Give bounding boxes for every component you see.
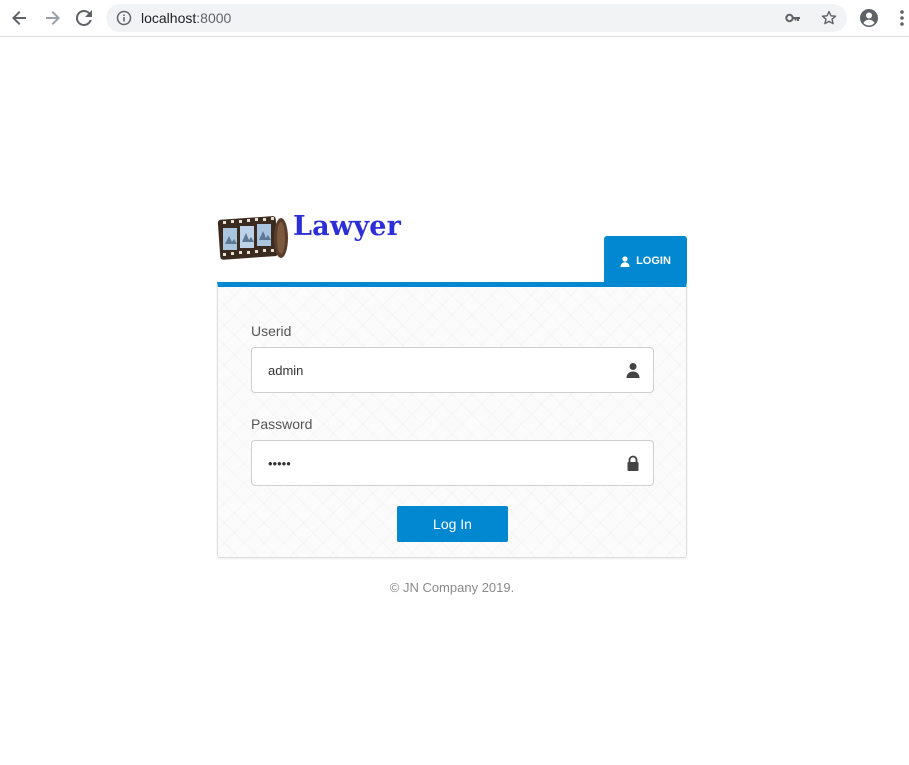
browser-toolbar: localhost:8000 — [0, 0, 909, 37]
password-label: Password — [251, 416, 313, 432]
login-button[interactable]: Log In — [397, 506, 508, 542]
reload-icon — [75, 9, 92, 26]
tab-login[interactable]: LOGIN — [604, 236, 687, 286]
password-field[interactable] — [251, 440, 654, 486]
userid-field[interactable] — [251, 347, 654, 393]
account-icon[interactable] — [859, 8, 879, 28]
user-icon — [626, 363, 640, 378]
film-strip-logo — [217, 216, 288, 260]
userid-label: Userid — [251, 323, 292, 339]
reload-button[interactable] — [72, 6, 96, 30]
userid-input[interactable] — [268, 348, 608, 392]
brand-header: Lawyer — [217, 205, 517, 265]
login-card: Userid Password Log In — [217, 282, 687, 558]
star-icon[interactable] — [821, 10, 837, 26]
url-port: :8000 — [196, 10, 232, 26]
url-text[interactable]: localhost:8000 — [141, 10, 231, 26]
forward-button[interactable] — [40, 6, 64, 30]
tab-login-label: LOGIN — [636, 255, 671, 267]
key-icon[interactable] — [785, 10, 801, 26]
arrow-left-icon — [12, 11, 26, 25]
footer-copyright: © JN Company 2019. — [389, 580, 515, 595]
url-host: localhost — [141, 10, 197, 26]
info-icon[interactable] — [116, 10, 132, 26]
brand-title: Lawyer — [293, 211, 402, 242]
lock-icon — [627, 455, 639, 471]
more-vert-icon[interactable] — [892, 8, 909, 28]
back-button[interactable] — [8, 6, 32, 30]
arrow-right-icon — [46, 11, 60, 25]
user-icon — [620, 255, 630, 267]
address-bar[interactable]: localhost:8000 — [106, 4, 847, 32]
password-input[interactable] — [268, 441, 608, 485]
